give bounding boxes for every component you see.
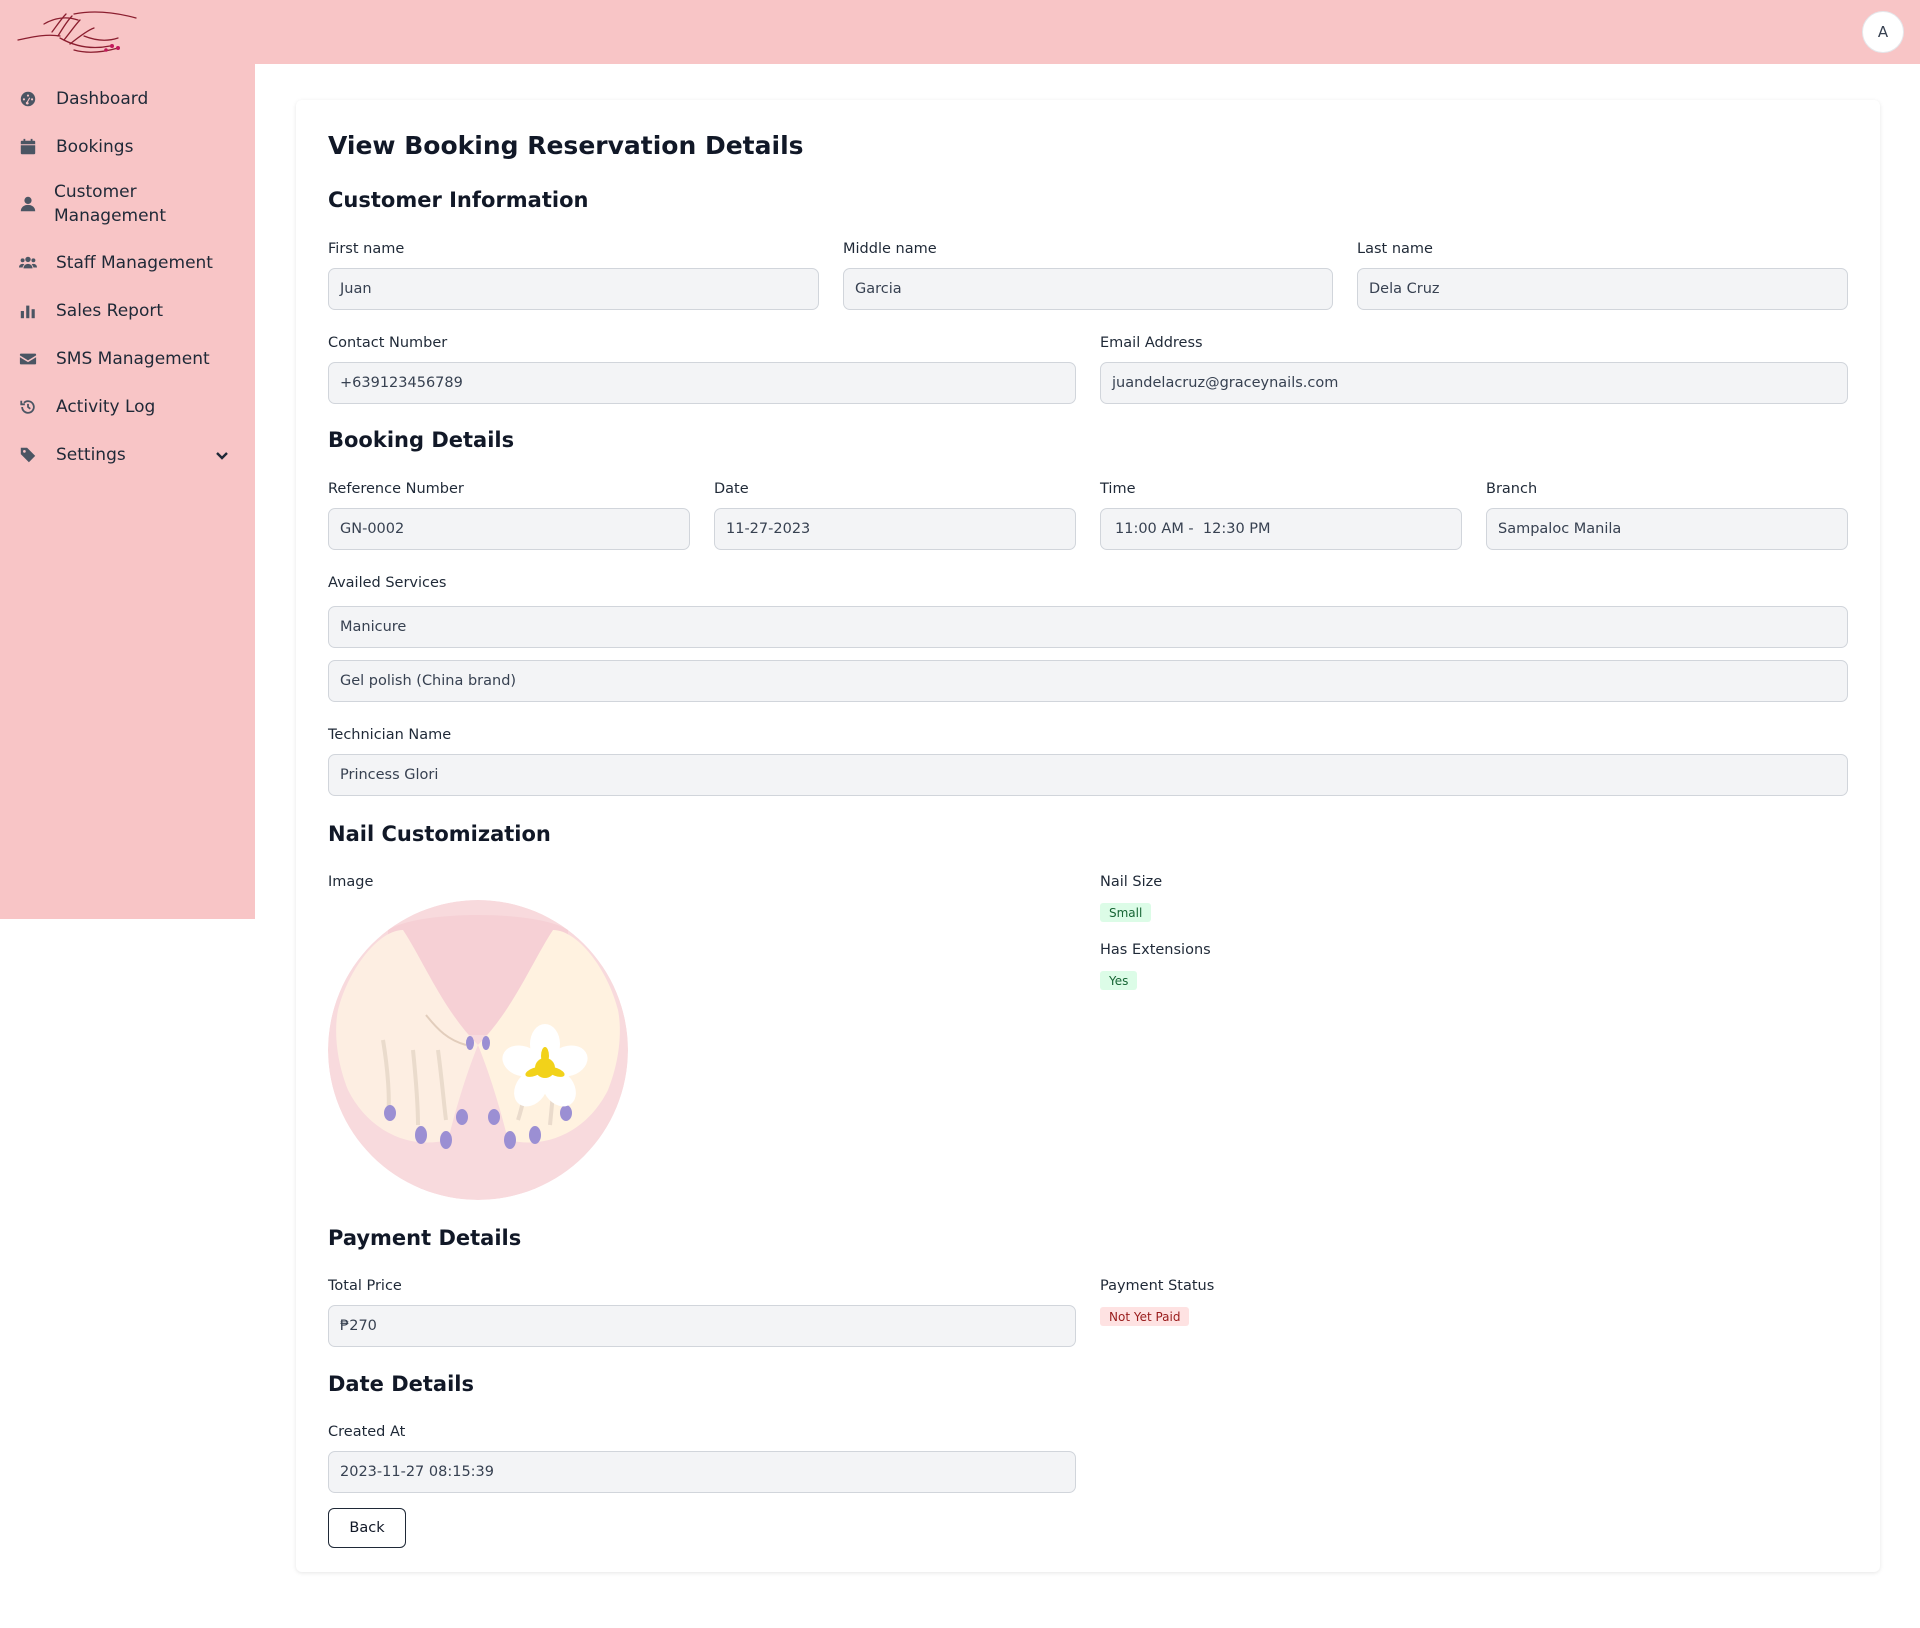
user-avatar[interactable]: A <box>1862 11 1904 53</box>
reference-number-label: Reference Number <box>328 481 464 497</box>
booking-details-heading: Booking Details <box>328 428 515 452</box>
image-label: Image <box>328 874 374 890</box>
availed-service-field[interactable]: Manicure <box>328 606 1848 648</box>
technician-name-label: Technician Name <box>328 727 452 743</box>
top-bar: A <box>0 0 1920 64</box>
sidebar: Dashboard Bookings Customer Management S… <box>0 64 255 919</box>
sidebar-item-sms-management[interactable]: SMS Management <box>0 343 255 375</box>
technician-name-field[interactable]: Princess Glori <box>328 754 1848 796</box>
has-extensions-label: Has Extensions <box>1100 942 1211 958</box>
first-name-field[interactable]: Juan <box>328 268 819 310</box>
middle-name-field[interactable]: Garcia <box>843 268 1333 310</box>
sidebar-item-label: Settings <box>56 445 126 465</box>
sidebar-item-staff-management[interactable]: Staff Management <box>0 247 255 279</box>
sidebar-item-activity-log[interactable]: Activity Log <box>0 391 255 423</box>
contact-number-field[interactable]: +639123456789 <box>328 362 1076 404</box>
history-icon <box>18 397 38 417</box>
middle-name-label: Middle name <box>843 241 937 257</box>
last-name-field[interactable]: Dela Cruz <box>1357 268 1848 310</box>
sidebar-item-label: Staff Management <box>56 253 213 273</box>
nail-size-badge: Small <box>1100 903 1152 922</box>
back-button[interactable]: Back <box>328 1508 406 1548</box>
total-price-label: Total Price <box>328 1278 402 1294</box>
date-details-heading: Date Details <box>328 1372 474 1396</box>
dashboard-icon <box>18 89 38 109</box>
envelope-icon <box>18 349 38 369</box>
total-price-field[interactable]: ₱270 <box>328 1305 1076 1347</box>
contact-number-label: Contact Number <box>328 335 448 351</box>
reference-number-field[interactable]: GN-0002 <box>328 508 690 550</box>
created-at-field[interactable]: 2023-11-27 08:15:39 <box>328 1451 1076 1493</box>
time-field[interactable]: 11:00 AM - 12:30 PM <box>1100 508 1462 550</box>
date-label: Date <box>714 481 749 497</box>
sidebar-item-label: Sales Report <box>56 301 164 321</box>
brand-logo[interactable] <box>14 6 140 56</box>
payment-status-label: Payment Status <box>1100 1278 1215 1294</box>
availed-service-field[interactable]: Gel polish (China brand) <box>328 660 1848 702</box>
customer-information-heading: Customer Information <box>328 188 589 212</box>
sidebar-item-settings[interactable]: Settings <box>0 439 255 471</box>
payment-details-heading: Payment Details <box>328 1226 522 1250</box>
sidebar-item-sales-report[interactable]: Sales Report <box>0 295 255 327</box>
payment-status-badge: Not Yet Paid <box>1100 1307 1190 1326</box>
availed-services-label: Availed Services <box>328 575 447 591</box>
sidebar-item-label: SMS Management <box>56 349 210 369</box>
branch-label: Branch <box>1486 481 1538 497</box>
chevron-down-icon[interactable] <box>213 446 231 464</box>
sidebar-item-label: Customer Management <box>54 182 166 226</box>
nail-customization-heading: Nail Customization <box>328 822 551 846</box>
page-title: View Booking Reservation Details <box>328 131 804 160</box>
nail-design-image <box>328 900 628 1200</box>
created-at-label: Created At <box>328 1424 406 1440</box>
sidebar-item-dashboard[interactable]: Dashboard <box>0 83 255 115</box>
sidebar-item-label: Activity Log <box>56 397 156 417</box>
branch-field[interactable]: Sampaloc Manila <box>1486 508 1848 550</box>
calendar-icon <box>18 137 38 157</box>
has-extensions-badge: Yes <box>1100 971 1138 990</box>
email-address-label: Email Address <box>1100 335 1203 351</box>
tag-icon <box>18 445 38 465</box>
sidebar-item-label: Dashboard <box>56 89 149 109</box>
sidebar-item-label: Bookings <box>56 137 134 157</box>
time-label: Time <box>1100 481 1136 497</box>
sidebar-item-customer-management[interactable]: Customer Management <box>0 179 255 229</box>
users-icon <box>18 253 38 273</box>
bar-chart-icon <box>18 301 38 321</box>
last-name-label: Last name <box>1357 241 1433 257</box>
nail-size-label: Nail Size <box>1100 874 1163 890</box>
date-field[interactable]: 11-27-2023 <box>714 508 1076 550</box>
first-name-label: First name <box>328 241 405 257</box>
email-address-field[interactable]: juandelacruz@graceynails.com <box>1100 362 1848 404</box>
sidebar-item-bookings[interactable]: Bookings <box>0 131 255 163</box>
user-icon <box>18 194 38 214</box>
